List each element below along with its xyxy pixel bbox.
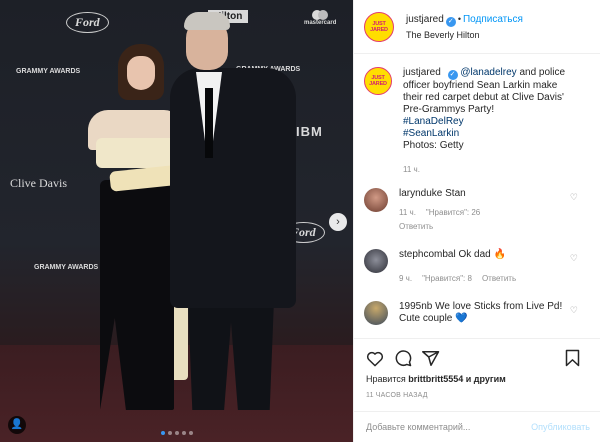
comment-body: 1995nb We love Sticks from Live Pd! Cute… xyxy=(399,301,569,325)
photo-credit: Photos: Getty xyxy=(403,140,464,151)
avatar-logo-text: JUST JARED xyxy=(369,75,387,87)
comment-avatar[interactable] xyxy=(364,188,388,212)
comment-item: larynduke Stan 11 ч. "Нравится": 26 Отве… xyxy=(354,188,600,233)
publish-button[interactable]: Опубликовать xyxy=(531,422,590,432)
post-header: JUST JARED justjared ✓ • Подписаться The Be… xyxy=(354,0,600,54)
carousel-dots xyxy=(160,431,193,435)
next-photo-button[interactable]: › xyxy=(329,213,347,231)
comment-item: stephcombal Ok dad 🔥 9 ч. "Нравится": 8 … xyxy=(354,249,600,285)
post-caption: JUST JARED justjared ✓ @lanadelrey and p… xyxy=(354,54,600,176)
likes-prefix: Нравится xyxy=(366,374,409,384)
mention-link[interactable]: @lanadelrey xyxy=(460,67,516,78)
man-suit xyxy=(170,68,296,308)
comment-avatar[interactable] xyxy=(364,301,388,325)
heart-outline-icon[interactable]: ♡ xyxy=(570,192,578,203)
caption-body: justjared ✓ @lanadelrey and police offic… xyxy=(403,67,578,176)
carousel-dot xyxy=(167,431,172,435)
comment-icon[interactable] xyxy=(394,349,412,367)
man-hair xyxy=(184,12,230,30)
comment-likes[interactable]: "Нравится": 8 xyxy=(422,273,472,285)
heart-outline-icon[interactable]: ♡ xyxy=(570,253,578,264)
carousel-dot xyxy=(181,431,186,435)
comment-text: Ok dad 🔥 xyxy=(458,249,506,260)
comment-body: stephcombal Ok dad 🔥 9 ч. "Нравится": 8 … xyxy=(399,249,569,285)
woman-face xyxy=(127,56,155,90)
comment-text: Stan xyxy=(445,188,466,199)
comment-input[interactable] xyxy=(366,422,532,432)
likes-summary: Нравится brittbritt5554 и другим xyxy=(366,374,590,384)
header-text: justjared ✓ • Подписаться The Beverly Hilto… xyxy=(406,14,523,40)
caption-username[interactable]: justjared xyxy=(403,67,441,78)
avatar-logo-text: JUST JARED xyxy=(370,20,388,33)
add-comment-bar: Опубликовать xyxy=(354,411,600,442)
man-tie xyxy=(205,88,213,158)
comments-list[interactable]: JUST JARED justjared ✓ @lanadelrey and p… xyxy=(354,54,600,338)
comment-time[interactable]: 11 ч. xyxy=(399,207,416,219)
chevron-right-icon: › xyxy=(336,216,340,228)
post-photo[interactable]: Ford Hilton mastercard GRAMMY AWARDS GRA… xyxy=(0,0,353,442)
follow-button[interactable]: Подписаться xyxy=(463,14,523,25)
heart-icon[interactable] xyxy=(366,350,384,367)
comment-likes[interactable]: "Нравится": 26 xyxy=(426,207,480,219)
action-icons xyxy=(366,345,590,371)
comment-avatar[interactable] xyxy=(364,249,388,273)
ford-logo: Ford xyxy=(66,12,109,33)
verified-badge-icon: ✓ xyxy=(445,16,456,27)
ibm-logo: IBM xyxy=(296,124,323,139)
share-icon[interactable] xyxy=(422,350,440,367)
comment-username[interactable]: larynduke xyxy=(399,188,442,199)
comment-actions: Ответить xyxy=(399,221,569,233)
dress-bodice xyxy=(96,138,178,168)
post-time[interactable]: 11 ЧАСОВ НАЗАД xyxy=(366,392,590,399)
grammy-logo: GRAMMY AWARDS xyxy=(16,68,81,75)
caption-avatar[interactable]: JUST JARED xyxy=(364,67,392,95)
bookmark-icon[interactable] xyxy=(565,349,580,367)
comment-meta: 11 ч. "Нравится": 26 xyxy=(399,207,569,219)
caption-time[interactable]: 11 ч. xyxy=(403,164,578,176)
likes-user[interactable]: brittbritt5554 xyxy=(408,374,463,384)
clive-davis-logo: Clive Davis xyxy=(10,176,67,190)
avatar[interactable]: JUST JARED xyxy=(364,11,394,42)
carousel-dot xyxy=(160,431,165,435)
comment-item: 1995nb We love Sticks from Live Pd! Cute… xyxy=(354,301,600,325)
location-link[interactable]: The Beverly Hilton xyxy=(406,30,523,40)
comment-time[interactable]: 9 ч. xyxy=(399,273,412,285)
post-actions: Нравится brittbritt5554 и другим 11 ЧАСО… xyxy=(354,338,600,399)
comment-username[interactable]: stephcombal xyxy=(399,249,456,260)
hashtag-link[interactable]: #SeanLarkin xyxy=(403,128,459,139)
hashtag-link[interactable]: #LanaDelRey xyxy=(403,116,464,127)
separator-dot: • xyxy=(457,13,461,24)
mastercard-circles-icon xyxy=(304,10,336,20)
comment-username[interactable]: 1995nb xyxy=(399,301,432,312)
mastercard-logo: mastercard xyxy=(304,10,336,26)
reply-button[interactable]: Ответить xyxy=(482,273,516,285)
comment-meta: 9 ч. "Нравится": 8 Ответить xyxy=(399,273,569,285)
header-username[interactable]: justjared xyxy=(406,14,444,25)
comment-body: larynduke Stan 11 ч. "Нравится": 26 Отве… xyxy=(399,188,569,233)
user-tag-icon[interactable]: 👤 xyxy=(8,416,26,434)
post-side-panel: JUST JARED justjared ✓ • Подписаться The Be… xyxy=(353,0,600,442)
grammy-logo-3: GRAMMY AWARDS xyxy=(34,264,99,271)
verified-badge-icon: ✓ xyxy=(447,70,458,80)
carousel-dot xyxy=(188,431,193,435)
likes-suffix[interactable]: и другим xyxy=(463,374,506,384)
mastercard-label: mastercard xyxy=(304,20,337,26)
carousel-dot xyxy=(174,431,179,435)
heart-outline-icon[interactable]: ♡ xyxy=(570,305,578,316)
reply-button[interactable]: Ответить xyxy=(399,221,433,233)
